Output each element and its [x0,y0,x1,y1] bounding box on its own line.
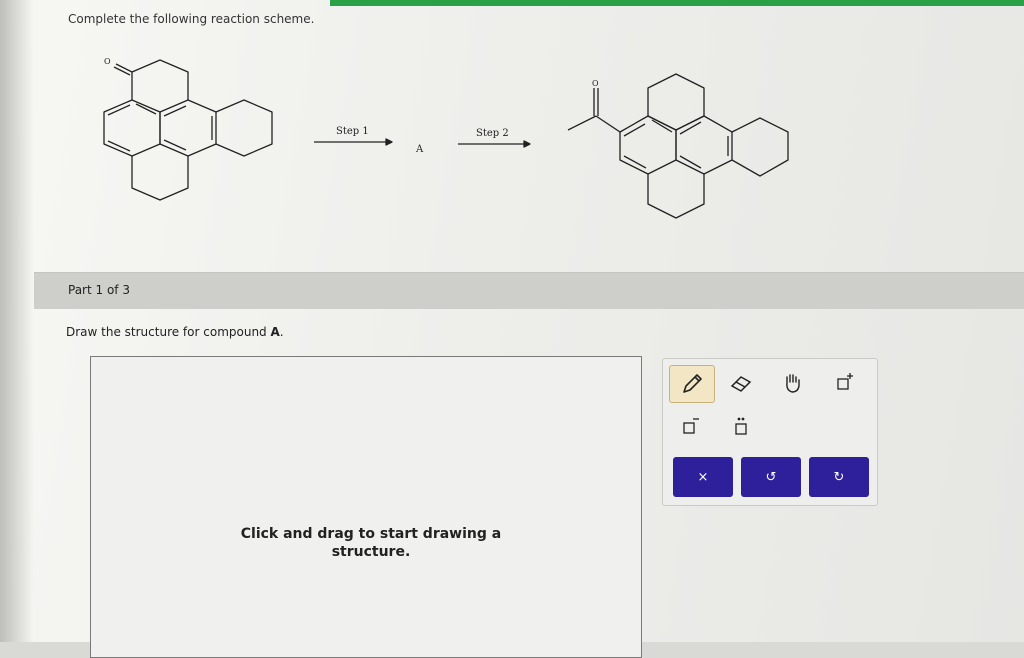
eraser-icon [730,376,752,392]
eraser-tool-button[interactable] [719,365,763,401]
lone-pair-icon [735,417,747,435]
remove-charge-button[interactable] [669,409,713,445]
starting-material-structure [103,59,273,201]
top-accent-bar [330,0,1024,6]
pencil-icon [683,374,702,393]
hand-icon [786,374,800,393]
reaction-scheme-drawing: O O [103,57,789,219]
question-prefix: Draw the structure for compound [66,325,271,339]
product-structure [567,73,789,219]
add-charge-button[interactable] [823,365,867,401]
add-charge-icon [837,373,853,390]
question-suffix: . [279,325,284,339]
compound-label: A [270,325,280,339]
undo-button[interactable]: ↺ [741,457,801,497]
question-text: Draw the structure for compound A. [66,325,284,339]
remove-charge-icon [683,418,699,434]
undo-icon: ↺ [765,469,777,485]
part-label: Part 1 of 3 [68,283,130,297]
atom-label-o: O [592,79,599,88]
lone-pair-button[interactable] [719,409,763,445]
atom-label-o: O [104,57,111,66]
canvas-hint: Click and drag to start drawing a struct… [240,526,502,560]
intermediate-label: A [416,144,424,155]
step1-label: Step 1 [336,126,369,137]
clear-button[interactable]: × [673,457,733,497]
part-header: Part 1 of 3 [34,272,1024,309]
hand-tool-button[interactable] [771,365,815,401]
redo-icon: ↻ [833,469,845,485]
step2-label: Step 2 [476,128,509,139]
pencil-tool-button[interactable] [669,365,715,403]
redo-button[interactable]: ↻ [809,457,869,497]
close-icon: × [697,469,709,485]
instruction-text: Complete the following reaction scheme. [68,12,315,26]
reaction-scheme: O O Step 1 A Step 2 [0,40,1024,250]
page: Complete the following reaction scheme. [0,0,1024,658]
drawing-toolbar: × ↺ ↻ [662,358,878,506]
drawing-canvas[interactable]: Click and drag to start drawing a struct… [90,356,642,658]
